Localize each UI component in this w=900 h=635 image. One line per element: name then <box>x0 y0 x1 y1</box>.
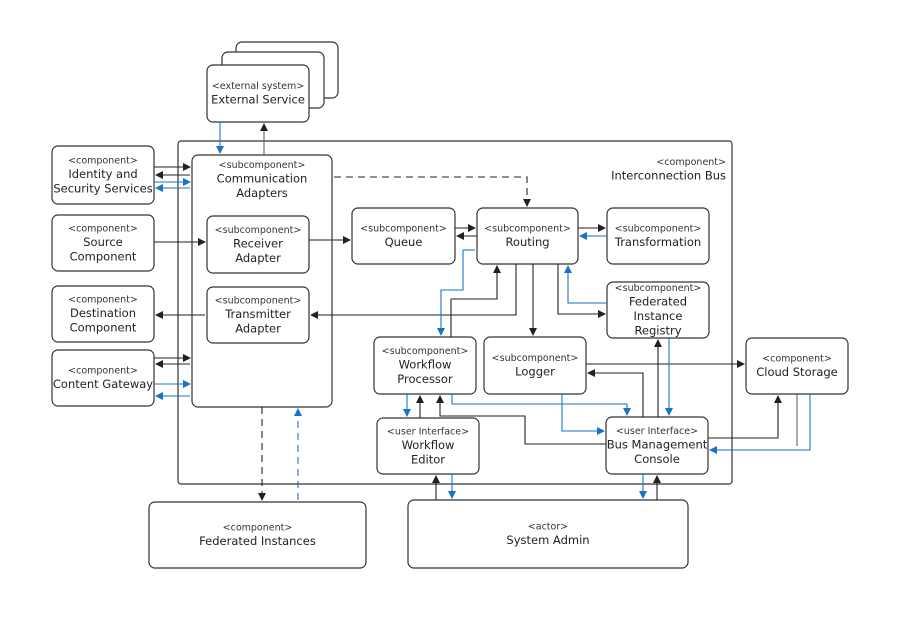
stereotype-label: <subcomponent> <box>215 225 302 236</box>
node-queue[interactable]: <subcomponent>Queue <box>351 207 456 265</box>
stereotype-label: <subcomponent> <box>492 353 579 364</box>
node-cloud-storage[interactable]: <component>Cloud Storage <box>745 337 849 395</box>
stereotype-label: <component> <box>762 354 832 365</box>
stereotype-label: <subcomponent> <box>484 224 571 235</box>
node-name-line: Adapter <box>235 251 281 265</box>
node-name-line: Interconnection Bus <box>611 169 726 183</box>
stereotype-label: <user Interface> <box>616 426 698 437</box>
node-name-line: Instance <box>634 309 683 323</box>
stereotype-label: <component> <box>68 366 138 377</box>
stereotype-label: <component> <box>68 294 138 305</box>
node-source[interactable]: <component>SourceComponent <box>51 214 155 272</box>
stereotype-label: <subcomponent> <box>615 224 702 235</box>
node-content-gateway[interactable]: <component>Content Gateway <box>51 349 155 407</box>
node-name-line: Content Gateway <box>53 377 153 391</box>
node-name-line: Security Services <box>53 181 152 195</box>
node-federated-instances[interactable]: <component>Federated Instances <box>148 501 367 569</box>
stereotype-label: <subcomponent> <box>360 224 447 235</box>
node-name-line: Component <box>70 249 137 263</box>
node-destination[interactable]: <component>DestinationComponent <box>51 285 155 343</box>
node-name-line: Destination <box>70 306 136 320</box>
node-name-line: Workflow <box>402 438 455 452</box>
node-receiver[interactable]: <subcomponent>ReceiverAdapter <box>206 215 310 274</box>
architecture-diagram: <component>Interconnection Bus<external … <box>51 41 849 569</box>
node-name-line: Federated <box>629 295 687 309</box>
node-transmitter[interactable]: <subcomponent>TransmitterAdapter <box>206 286 310 344</box>
node-external-service[interactable]: <external system>External Service <box>206 64 310 123</box>
node-name-line: External Service <box>211 93 305 107</box>
node-name-line: Identity and <box>68 167 137 181</box>
node-name-line: Component <box>70 320 137 334</box>
stereotype-label: <component> <box>223 523 293 534</box>
node-workflow-editor[interactable]: <user Interface>WorkflowEditor <box>376 417 480 475</box>
node-name-line: Cloud Storage <box>756 365 838 379</box>
stereotype-label: <subcomponent> <box>615 283 702 294</box>
stereotype-label: <component> <box>656 157 726 168</box>
stereotype-label: <subcomponent> <box>219 160 306 171</box>
node-routing[interactable]: <subcomponent>Routing <box>476 207 579 265</box>
node-name-line: Queue <box>385 235 423 249</box>
node-comm-adapters[interactable]: <subcomponent>CommunicationAdapters <box>191 154 333 408</box>
node-name-line: Routing <box>505 235 549 249</box>
node-name-line: Source <box>83 235 123 249</box>
node-name-line: Federated Instances <box>199 534 316 548</box>
node-name-line: Adapter <box>235 321 281 335</box>
node-system-admin[interactable]: <actor>System Admin <box>407 499 689 569</box>
node-name-line: System Admin <box>506 533 589 547</box>
node-bus-console[interactable]: <user Interface>Bus ManagementConsole <box>605 416 709 475</box>
node-name-line: Registry <box>634 324 681 338</box>
node-name-line: Bus Management <box>607 437 708 451</box>
node-registry[interactable]: <subcomponent>FederatedInstanceRegistry <box>606 281 710 339</box>
node-name-line: Processor <box>397 372 453 386</box>
node-name-line: Receiver <box>233 236 283 250</box>
node-name-line: Communication <box>217 172 308 186</box>
node-workflow-processor[interactable]: <subcomponent>WorkflowProcessor <box>373 336 477 395</box>
stereotype-label: <subcomponent> <box>382 346 469 357</box>
node-logger[interactable]: <subcomponent>Logger <box>483 336 587 395</box>
node-name-line: Workflow <box>399 357 452 371</box>
stereotype-label: <subcomponent> <box>215 295 302 306</box>
stereotype-label: <user Interface> <box>387 426 469 437</box>
stereotype-label: <external system> <box>212 81 304 92</box>
node-identity[interactable]: <component>Identity andSecurity Services <box>51 145 155 205</box>
stereotype-label: <component> <box>68 223 138 234</box>
node-name-line: Adapters <box>236 186 288 200</box>
node-name-line: Console <box>634 452 680 466</box>
node-name-line: Editor <box>411 452 445 466</box>
node-name-line: Logger <box>515 365 555 379</box>
node-name-line: Transmitter <box>224 307 291 321</box>
stereotype-label: <component> <box>68 155 138 166</box>
node-transformation[interactable]: <subcomponent>Transformation <box>606 207 710 265</box>
node-name-line: Transformation <box>614 235 701 249</box>
stereotype-label: <actor> <box>528 522 568 533</box>
